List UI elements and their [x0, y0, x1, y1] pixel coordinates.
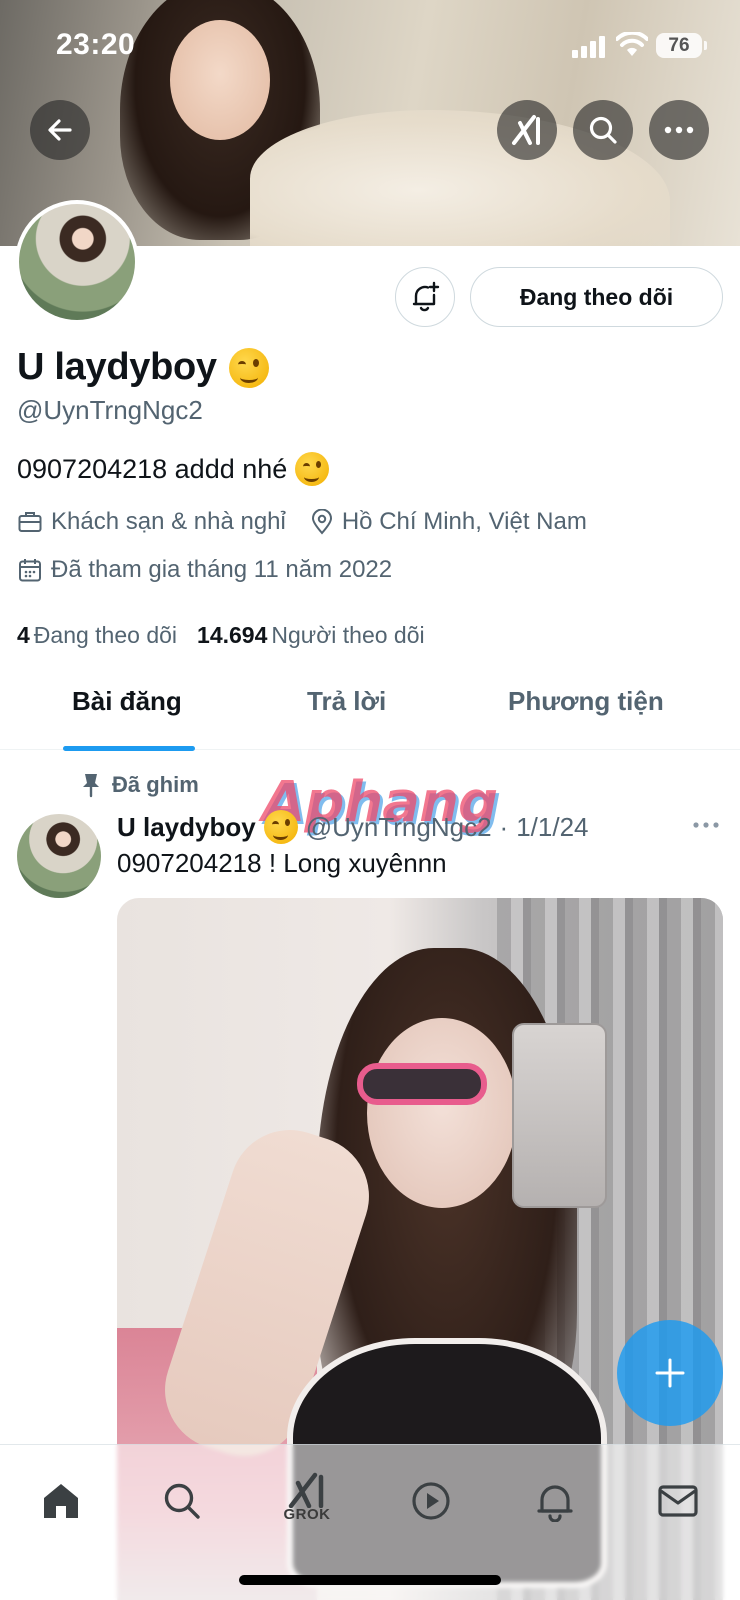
profile-meta-row: Khách sạn & nhà nghỉ Hồ Chí Minh, Việt N… — [17, 508, 611, 536]
plus-icon — [655, 1358, 685, 1388]
tab-media[interactable]: Phương tiện — [508, 686, 664, 717]
active-tab-indicator — [63, 746, 195, 751]
post-date[interactable]: 1/1/24 — [516, 812, 588, 843]
profile-name-row: U laydyboy — [17, 346, 269, 389]
grok-label: GROK — [283, 1505, 331, 1523]
profile-category: Khách sạn & nhà nghỉ — [17, 508, 286, 536]
winking-face-emoji-icon — [295, 452, 330, 486]
pinned-label: Đã ghim — [80, 772, 199, 798]
arrow-left-icon — [48, 119, 72, 141]
profile-joined-text: Đã tham gia tháng 11 năm 2022 — [51, 556, 393, 583]
profile-location: Hồ Chí Minh, Việt Nam — [310, 508, 587, 536]
following-button[interactable]: Đang theo dõi — [470, 267, 723, 327]
profile-category-text: Khách sạn & nhà nghỉ — [51, 508, 286, 535]
notifications-bell-icon — [537, 1485, 573, 1522]
grok-icon — [512, 115, 540, 145]
cellular-signal-icon — [572, 36, 606, 58]
notifications-subscribe-button[interactable] — [395, 267, 455, 327]
post-author-name[interactable]: U laydyboy — [117, 812, 256, 843]
more-horizontal-icon — [664, 126, 694, 134]
following-count-link[interactable]: 4 Đang theo dõi — [17, 622, 177, 649]
bio-text: 0907204218 addd nhé — [17, 453, 288, 484]
search-button[interactable] — [573, 100, 633, 160]
status-bar: 23:20 76 — [0, 0, 740, 92]
post-separator-dot: · — [499, 811, 509, 842]
tab-posts[interactable]: Bài đăng — [72, 686, 182, 717]
wifi-icon — [616, 32, 648, 56]
messages-envelope-icon — [658, 1485, 698, 1517]
home-indicator — [239, 1575, 501, 1585]
tab-replies[interactable]: Trả lời — [307, 686, 386, 717]
post-header: U laydyboy @UynTrngNgc2 · 1/1/24 — [117, 810, 589, 844]
location-pin-icon — [311, 509, 332, 535]
profile-handle: @UynTrngNgc2 — [17, 395, 203, 425]
home-icon — [44, 1484, 78, 1518]
avatar-photo — [19, 204, 135, 320]
nav-search[interactable] — [152, 1471, 212, 1531]
bell-plus-icon — [412, 281, 440, 312]
photo-face — [367, 1018, 517, 1208]
battery-indicator: 76 — [656, 33, 707, 58]
post-text: 0907204218 ! Long xuyênnn — [117, 848, 447, 878]
profile-bio: 0907204218 addd nhé — [17, 452, 330, 486]
profile-location-text: Hồ Chí Minh, Việt Nam — [341, 508, 587, 535]
profile-joined: Đã tham gia tháng 11 năm 2022 — [17, 556, 392, 584]
more-horizontal-icon — [693, 822, 719, 828]
nav-messages[interactable] — [648, 1471, 708, 1531]
winking-face-emoji-icon — [263, 810, 298, 844]
photo-sunglasses — [357, 1063, 487, 1105]
back-button[interactable] — [30, 100, 90, 160]
nav-home[interactable] — [31, 1471, 91, 1531]
followers-count-link[interactable]: 14.694 Người theo dõi — [197, 622, 425, 649]
photo-phone — [512, 1023, 607, 1208]
winking-face-emoji-icon — [228, 347, 269, 388]
pin-icon — [83, 774, 99, 798]
nav-video[interactable] — [401, 1471, 461, 1531]
profile-avatar[interactable] — [15, 200, 139, 324]
follow-counts: 4 Đang theo dõi 14.694 Người theo dõi — [17, 622, 425, 649]
nav-notifications[interactable] — [525, 1471, 585, 1531]
search-icon — [164, 1483, 200, 1519]
calendar-icon — [19, 559, 41, 582]
post-author-handle: @UynTrngNgc2 — [305, 811, 492, 842]
grok-button[interactable] — [497, 100, 557, 160]
profile-joined-row: Đã tham gia tháng 11 năm 2022 — [17, 556, 416, 584]
post-more-button[interactable] — [692, 816, 720, 834]
compose-post-button[interactable] — [617, 1320, 723, 1426]
pinned-text: Đã ghim — [112, 772, 199, 797]
grok-icon — [288, 1472, 324, 1508]
search-icon — [589, 116, 617, 144]
video-play-icon — [412, 1482, 450, 1520]
more-options-button[interactable] — [649, 100, 709, 160]
briefcase-icon — [18, 512, 42, 532]
profile-name: U laydyboy — [17, 346, 217, 388]
nav-grok[interactable]: GROK — [277, 1467, 337, 1527]
post-author-avatar[interactable] — [17, 814, 101, 898]
status-time: 23:20 — [56, 28, 136, 61]
profile-tabs: Bài đăng Trả lời Phương tiện — [0, 662, 740, 751]
